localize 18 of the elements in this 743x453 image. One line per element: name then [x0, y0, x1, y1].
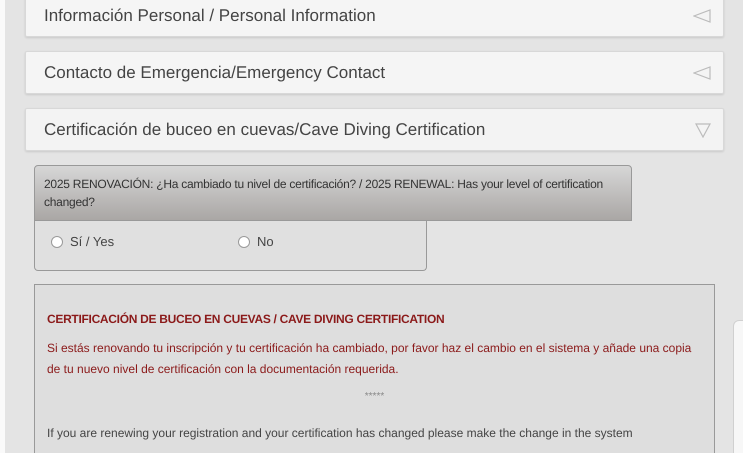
notice-heading: CERTIFICACIÓN DE BUCEO EN CUEVAS / CAVE DIVING CERTIFICATION: [47, 311, 446, 328]
notice-spanish: Si estás renovando tu inscripción y tu certificación ha cambiado, por favor haz el cambio en el sistema y añade una copia de tu nuevo nivel de certificación con la documentación requerida.: [47, 340, 692, 378]
question-label: 2025 RENOVACIÓN: ¿Ha cambiado tu nivel de certificación? / 2025 RENEWAL: Has your level of certification changed?: [44, 176, 604, 211]
notice-english: If you are renewing your registration and your certification has changed please make the change in the system: [47, 425, 634, 442]
radio-option[interactable]: No: [238, 232, 425, 252]
separator-stars: *****: [364, 390, 386, 404]
radio-option[interactable]: Sí / Yes: [51, 232, 238, 252]
section-title: Contacto de Emergencia/Emergency Contact: [44, 62, 386, 84]
accordion-header[interactable]: Contacto de Emergencia/Emergency Contact: [25, 51, 724, 94]
section-title: Información Personal / Personal Information: [44, 4, 376, 27]
radio-button[interactable]: [51, 236, 63, 248]
accordion-header[interactable]: Información Personal / Personal Information: [25, 0, 724, 37]
section-title: Certificación de buceo en cuevas/Cave Diving Certification: [44, 118, 486, 141]
radio-button[interactable]: [238, 236, 250, 248]
accordion-header[interactable]: Certificación de buceo en cuevas/Cave Diving Certification: [25, 108, 724, 151]
caret-left-icon: [693, 8, 711, 22]
caret-down-icon: [695, 122, 711, 138]
caret-left-icon: [693, 66, 711, 80]
